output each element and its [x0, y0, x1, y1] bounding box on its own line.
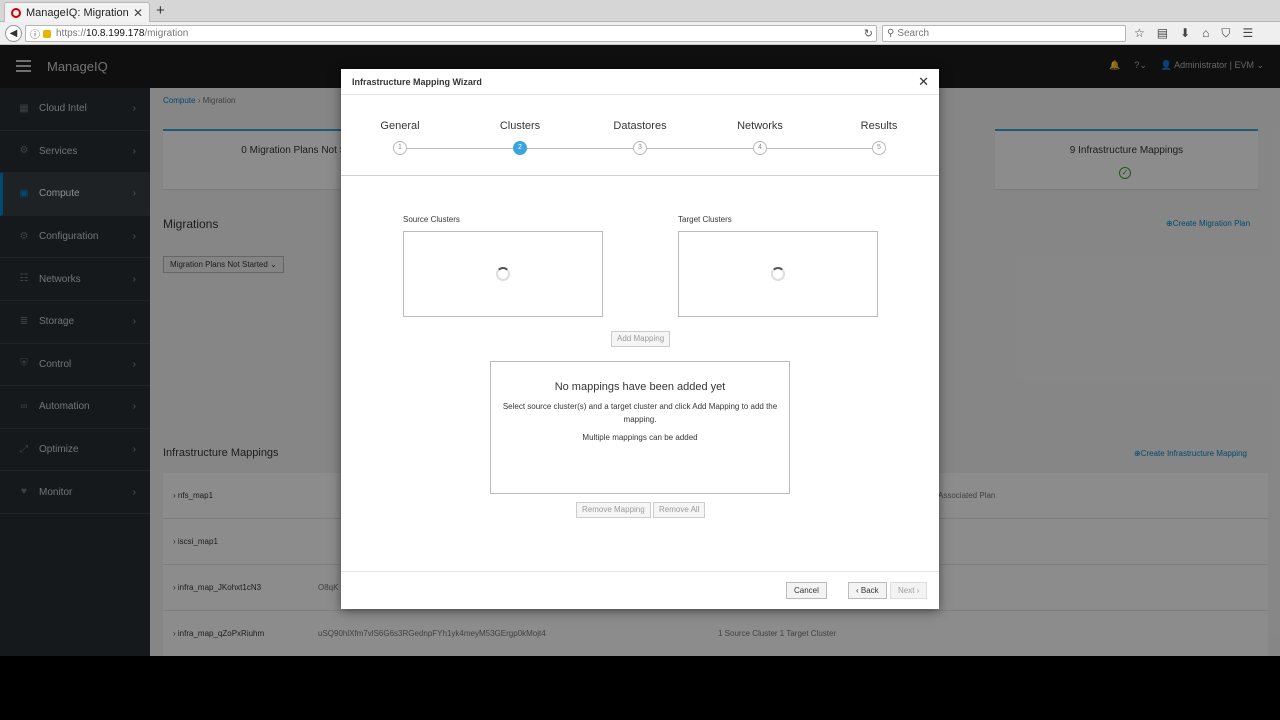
next-button[interactable]: Next ›: [890, 582, 928, 599]
browser-nav-bar: ◀ ⓘ https:// 10.8.199.178 /migration ↻ ⚲…: [0, 22, 1280, 45]
close-tab-icon[interactable]: ✕: [133, 6, 143, 20]
browser-toolbar-icons: ☆ ▤ ⬇ ⌂ ⛉ ☰: [1134, 26, 1253, 41]
reload-icon[interactable]: ↻: [864, 27, 873, 40]
empty-state-text: Select source cluster(s) and a target cl…: [502, 402, 778, 424]
step-label: Networks: [737, 120, 783, 132]
empty-state-title: No mappings have been added yet: [554, 381, 726, 393]
search-icon: ⚲: [887, 28, 895, 39]
browser-tab-bar: ManageIQ: Migration ✕ +: [0, 0, 1280, 22]
add-mapping-button[interactable]: Add Mapping: [611, 331, 671, 347]
mappings-empty-state: No mappings have been added yet Select s…: [490, 361, 790, 494]
bookmark-star-icon[interactable]: ☆: [1134, 26, 1145, 41]
step-number: 5: [872, 141, 886, 155]
target-clusters-label: Target Clusters: [678, 215, 732, 224]
cancel-button[interactable]: Cancel: [786, 582, 827, 599]
target-clusters-list[interactable]: [678, 231, 878, 317]
step-general[interactable]: General 1: [350, 120, 450, 155]
favicon-icon: [11, 7, 21, 18]
pocket-icon[interactable]: ⛉: [1221, 26, 1230, 41]
modal-title: Infrastructure Mapping Wizard: [352, 77, 482, 87]
remove-all-button[interactable]: Remove All: [653, 502, 706, 518]
source-clusters-list[interactable]: [403, 231, 603, 317]
loading-spinner-icon: [496, 267, 510, 281]
info-icon[interactable]: ⓘ: [30, 26, 40, 41]
back-button[interactable]: ‹ Back: [848, 582, 887, 599]
url-bar[interactable]: ⓘ https:// 10.8.199.178 /migration ↻: [25, 25, 877, 42]
browser-search-input[interactable]: ⚲ Search: [882, 25, 1126, 42]
download-icon[interactable]: ⬇: [1180, 26, 1190, 41]
lock-warning-icon[interactable]: [43, 29, 51, 38]
step-number: 1: [393, 141, 407, 155]
library-icon[interactable]: ▤: [1157, 26, 1168, 41]
modal-header: Infrastructure Mapping Wizard ✕: [341, 69, 939, 95]
search-placeholder: Search: [897, 28, 930, 39]
modal-footer: Cancel ‹ Back Next ›: [341, 571, 939, 609]
wizard-steps: General 1 Clusters 2 Datastores 3 Networ…: [341, 95, 939, 176]
step-datastores[interactable]: Datastores 3: [590, 120, 690, 155]
infrastructure-mapping-wizard: Infrastructure Mapping Wizard ✕ General …: [341, 69, 939, 609]
step-label: Datastores: [613, 120, 667, 132]
empty-state-subtext: Multiple mappings can be added: [582, 433, 698, 442]
step-label: Clusters: [499, 120, 541, 132]
step-number: 2: [513, 141, 527, 155]
menu-icon[interactable]: ☰: [1242, 26, 1253, 41]
step-results[interactable]: Results 5: [829, 120, 929, 155]
url-protocol: https://: [56, 28, 87, 39]
url-host: 10.8.199.178: [86, 28, 145, 39]
browser-tab[interactable]: ManageIQ: Migration ✕: [4, 2, 150, 22]
source-clusters-label: Source Clusters: [403, 215, 460, 224]
home-icon[interactable]: ⌂: [1202, 26, 1209, 41]
new-tab-icon[interactable]: +: [156, 2, 165, 19]
step-number: 4: [753, 141, 767, 155]
screen-bottom-bar: [0, 656, 1280, 720]
step-label: General: [380, 120, 420, 132]
step-networks[interactable]: Networks 4: [710, 120, 810, 155]
back-arrow-icon[interactable]: ◀: [5, 25, 22, 42]
remove-mapping-button[interactable]: Remove Mapping: [576, 502, 651, 518]
url-path: /migration: [144, 28, 189, 39]
step-clusters[interactable]: Clusters 2: [470, 120, 570, 155]
step-label: Results: [860, 120, 898, 132]
loading-spinner-icon: [771, 267, 785, 281]
close-icon[interactable]: ✕: [918, 74, 929, 90]
step-number: 3: [633, 141, 647, 155]
tab-title: ManageIQ: Migration: [26, 6, 129, 19]
